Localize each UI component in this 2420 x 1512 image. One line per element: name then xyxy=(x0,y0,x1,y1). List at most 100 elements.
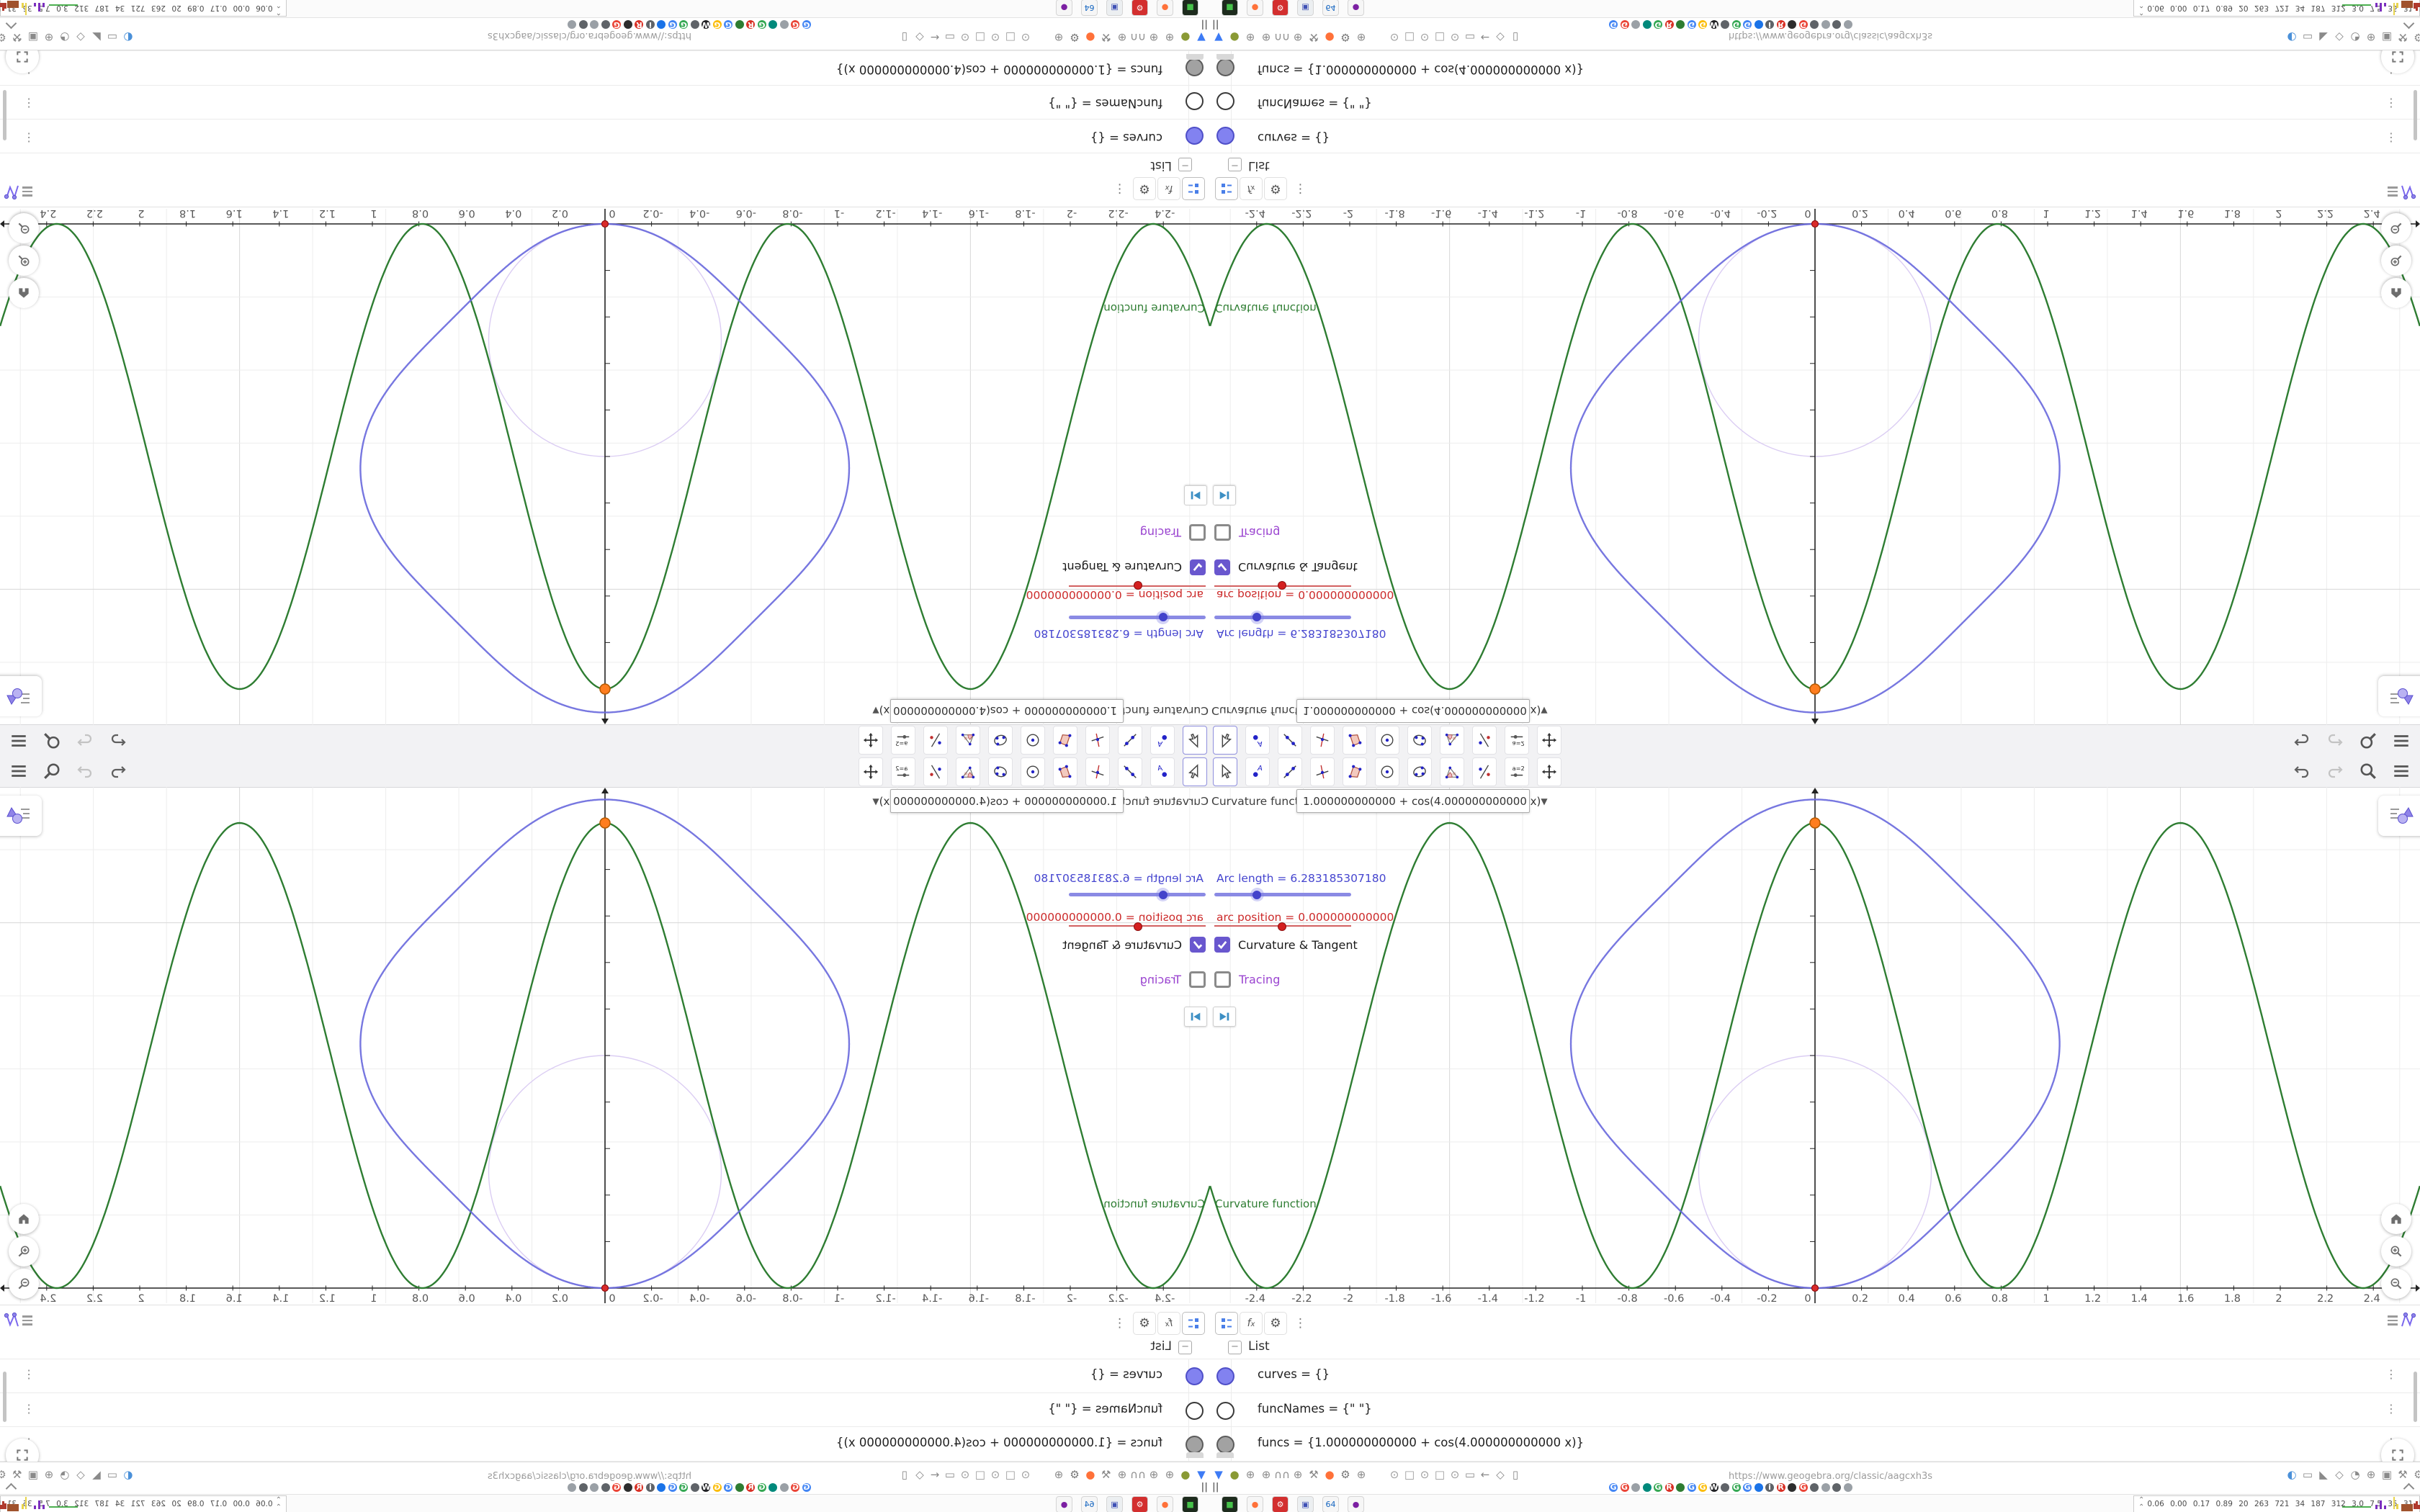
box-icon[interactable]: □ xyxy=(1402,1468,1417,1481)
favicon[interactable] xyxy=(769,20,778,29)
fx-view-button[interactable]: fx xyxy=(1157,177,1180,200)
favicon[interactable]: G xyxy=(725,20,733,29)
folder-icon[interactable]: ▭ xyxy=(943,31,957,44)
chevron-up-icon[interactable] xyxy=(6,1483,17,1495)
algebra-row[interactable]: funcs = {1.000000000000 + cos(4.00000000… xyxy=(0,1427,1210,1462)
lock-icon[interactable]: ▯ xyxy=(1508,31,1523,44)
favicon[interactable] xyxy=(658,20,666,29)
animation-step-button[interactable] xyxy=(1213,1007,1236,1027)
arcs-icon[interactable]: ∩∩ xyxy=(1275,31,1289,44)
puzzle-icon[interactable]: ▣ xyxy=(26,31,40,44)
back-arrow-icon[interactable]: ← xyxy=(928,1468,942,1481)
save64-app-icon[interactable]: 64 xyxy=(1322,0,1339,16)
tool-button-move-graphics-view[interactable] xyxy=(1537,757,1561,786)
tool-button-move[interactable] xyxy=(1183,757,1207,786)
row-kebab-icon[interactable]: ⋮ xyxy=(23,1367,35,1381)
shield-icon[interactable]: ◇ xyxy=(73,31,88,44)
tracing-checkbox[interactable] xyxy=(1214,524,1231,541)
search-icon[interactable] xyxy=(42,761,62,781)
tool-button-line[interactable] xyxy=(1118,757,1142,786)
favicon[interactable] xyxy=(1631,1483,1640,1492)
firefox-app-icon[interactable]: ● xyxy=(1157,0,1173,16)
arc-position-slider-knob[interactable] xyxy=(1278,581,1286,590)
display-app-icon[interactable]: ▣ xyxy=(1297,0,1314,16)
strip-kebab-icon[interactable]: ⋮ xyxy=(1113,1316,1126,1331)
tool-button-slider[interactable]: a=2 xyxy=(891,757,915,786)
visibility-marble[interactable] xyxy=(1216,1367,1234,1385)
timer-icon[interactable]: ◔ xyxy=(2348,31,2362,44)
display-app-icon[interactable]: ▣ xyxy=(1106,0,1123,16)
collapse-minus-button[interactable]: − xyxy=(1178,1341,1192,1354)
tool-button-conic-through-points[interactable] xyxy=(1407,726,1432,755)
wrench-icon[interactable]: ⚒ xyxy=(2396,31,2410,44)
favicon[interactable] xyxy=(1631,20,1640,29)
folder-icon[interactable]: ▭ xyxy=(1463,31,1477,44)
arcs-icon[interactable]: ∩∩ xyxy=(1131,1468,1145,1481)
gear-icon[interactable]: ⚙ xyxy=(1067,31,1082,44)
settings-gear-button[interactable]: ⚙ xyxy=(1264,177,1287,200)
tool-button-conic-through-points[interactable] xyxy=(1407,757,1432,786)
favicon[interactable] xyxy=(1721,20,1729,29)
function-input[interactable]: 1.000000000000 + cos(4.000000000000 x) ▼ xyxy=(1296,789,1530,813)
pin-icon[interactable]: ▼ xyxy=(1211,31,1226,44)
tool-button-line[interactable] xyxy=(1278,757,1302,786)
chevron-down-icon[interactable]: ▼ xyxy=(872,706,879,716)
favicon[interactable]: G xyxy=(802,1483,811,1492)
graphics-settings-card[interactable] xyxy=(2378,796,2420,836)
favicon[interactable] xyxy=(624,20,632,29)
badge-icon[interactable]: ● xyxy=(1227,1468,1242,1481)
timer-icon[interactable]: ◔ xyxy=(2348,1468,2362,1481)
scrollbar[interactable] xyxy=(3,1372,6,1422)
tool-button-polygon[interactable] xyxy=(1343,757,1367,786)
favicon[interactable] xyxy=(1643,1483,1652,1492)
archive-icon[interactable]: ▭ xyxy=(2300,1468,2315,1481)
tool-button-polygon[interactable] xyxy=(1343,726,1367,755)
tool-button-slider[interactable]: a=2 xyxy=(1505,757,1529,786)
graphics-settings-card[interactable] xyxy=(2378,676,2420,716)
radio-icon[interactable]: ⊙ xyxy=(1417,1468,1432,1481)
globe-icon[interactable]: ⊕ xyxy=(1162,31,1177,44)
tool-button-perpendicular-line[interactable] xyxy=(1085,757,1110,786)
tool-button-move[interactable] xyxy=(1213,726,1237,755)
favicon[interactable]: i xyxy=(646,20,655,29)
favicon[interactable]: G xyxy=(713,20,722,29)
globe-icon[interactable]: ⊕ xyxy=(1052,1468,1066,1481)
shield-icon[interactable]: ◇ xyxy=(913,31,927,44)
favicon[interactable]: G xyxy=(758,1483,766,1492)
firefox-app-icon[interactable]: ● xyxy=(1157,1496,1173,1512)
favicon[interactable]: G xyxy=(792,20,800,29)
archive-icon[interactable]: ▭ xyxy=(105,31,120,44)
favicon[interactable] xyxy=(1788,1483,1796,1492)
favicon[interactable]: R xyxy=(1665,20,1674,29)
row-kebab-icon[interactable]: ⋮ xyxy=(2385,131,2397,145)
radio-icon[interactable]: ⊙ xyxy=(988,1468,1003,1481)
globe-color-icon[interactable]: ◐ xyxy=(2285,31,2299,44)
tree-view-button[interactable] xyxy=(1215,177,1238,200)
favicon[interactable]: G xyxy=(802,20,811,29)
purple-app-icon[interactable]: ● xyxy=(1348,0,1364,16)
box-icon[interactable]: □ xyxy=(1433,31,1447,44)
favicon[interactable]: G xyxy=(1621,20,1629,29)
function-input[interactable]: 1.000000000000 + cos(4.000000000000 x) ▼ xyxy=(890,699,1124,723)
fx-view-button[interactable]: fx xyxy=(1240,177,1263,200)
folder-icon[interactable]: ▭ xyxy=(943,1468,957,1481)
favicon[interactable] xyxy=(691,1483,699,1492)
arc-position-slider-knob[interactable] xyxy=(1134,581,1142,590)
ublock-icon[interactable]: ◣ xyxy=(2316,1468,2331,1481)
tool-button-reflect-about-line[interactable] xyxy=(1472,726,1497,755)
globe-icon[interactable]: ⊕ xyxy=(1162,1468,1177,1481)
globe-color-icon[interactable]: ◐ xyxy=(121,31,135,44)
tool-button-circle-with-center[interactable] xyxy=(1375,726,1399,755)
favicon[interactable]: G xyxy=(1799,20,1808,29)
row-kebab-icon[interactable]: ⋮ xyxy=(2385,97,2397,111)
curvature-tangent-checkbox[interactable] xyxy=(1214,559,1230,575)
favicon[interactable] xyxy=(658,1483,666,1492)
ublock-icon[interactable]: ◣ xyxy=(89,1468,104,1481)
favicon[interactable]: G xyxy=(1698,1483,1707,1492)
lock-icon[interactable]: ▯ xyxy=(897,1468,912,1481)
favicon[interactable] xyxy=(1832,1483,1841,1492)
favicon[interactable]: R xyxy=(635,20,644,29)
curvature-point[interactable] xyxy=(1810,684,1820,694)
pin-icon[interactable]: ▼ xyxy=(1194,1468,1209,1481)
zoom-in-button[interactable] xyxy=(2381,246,2411,276)
